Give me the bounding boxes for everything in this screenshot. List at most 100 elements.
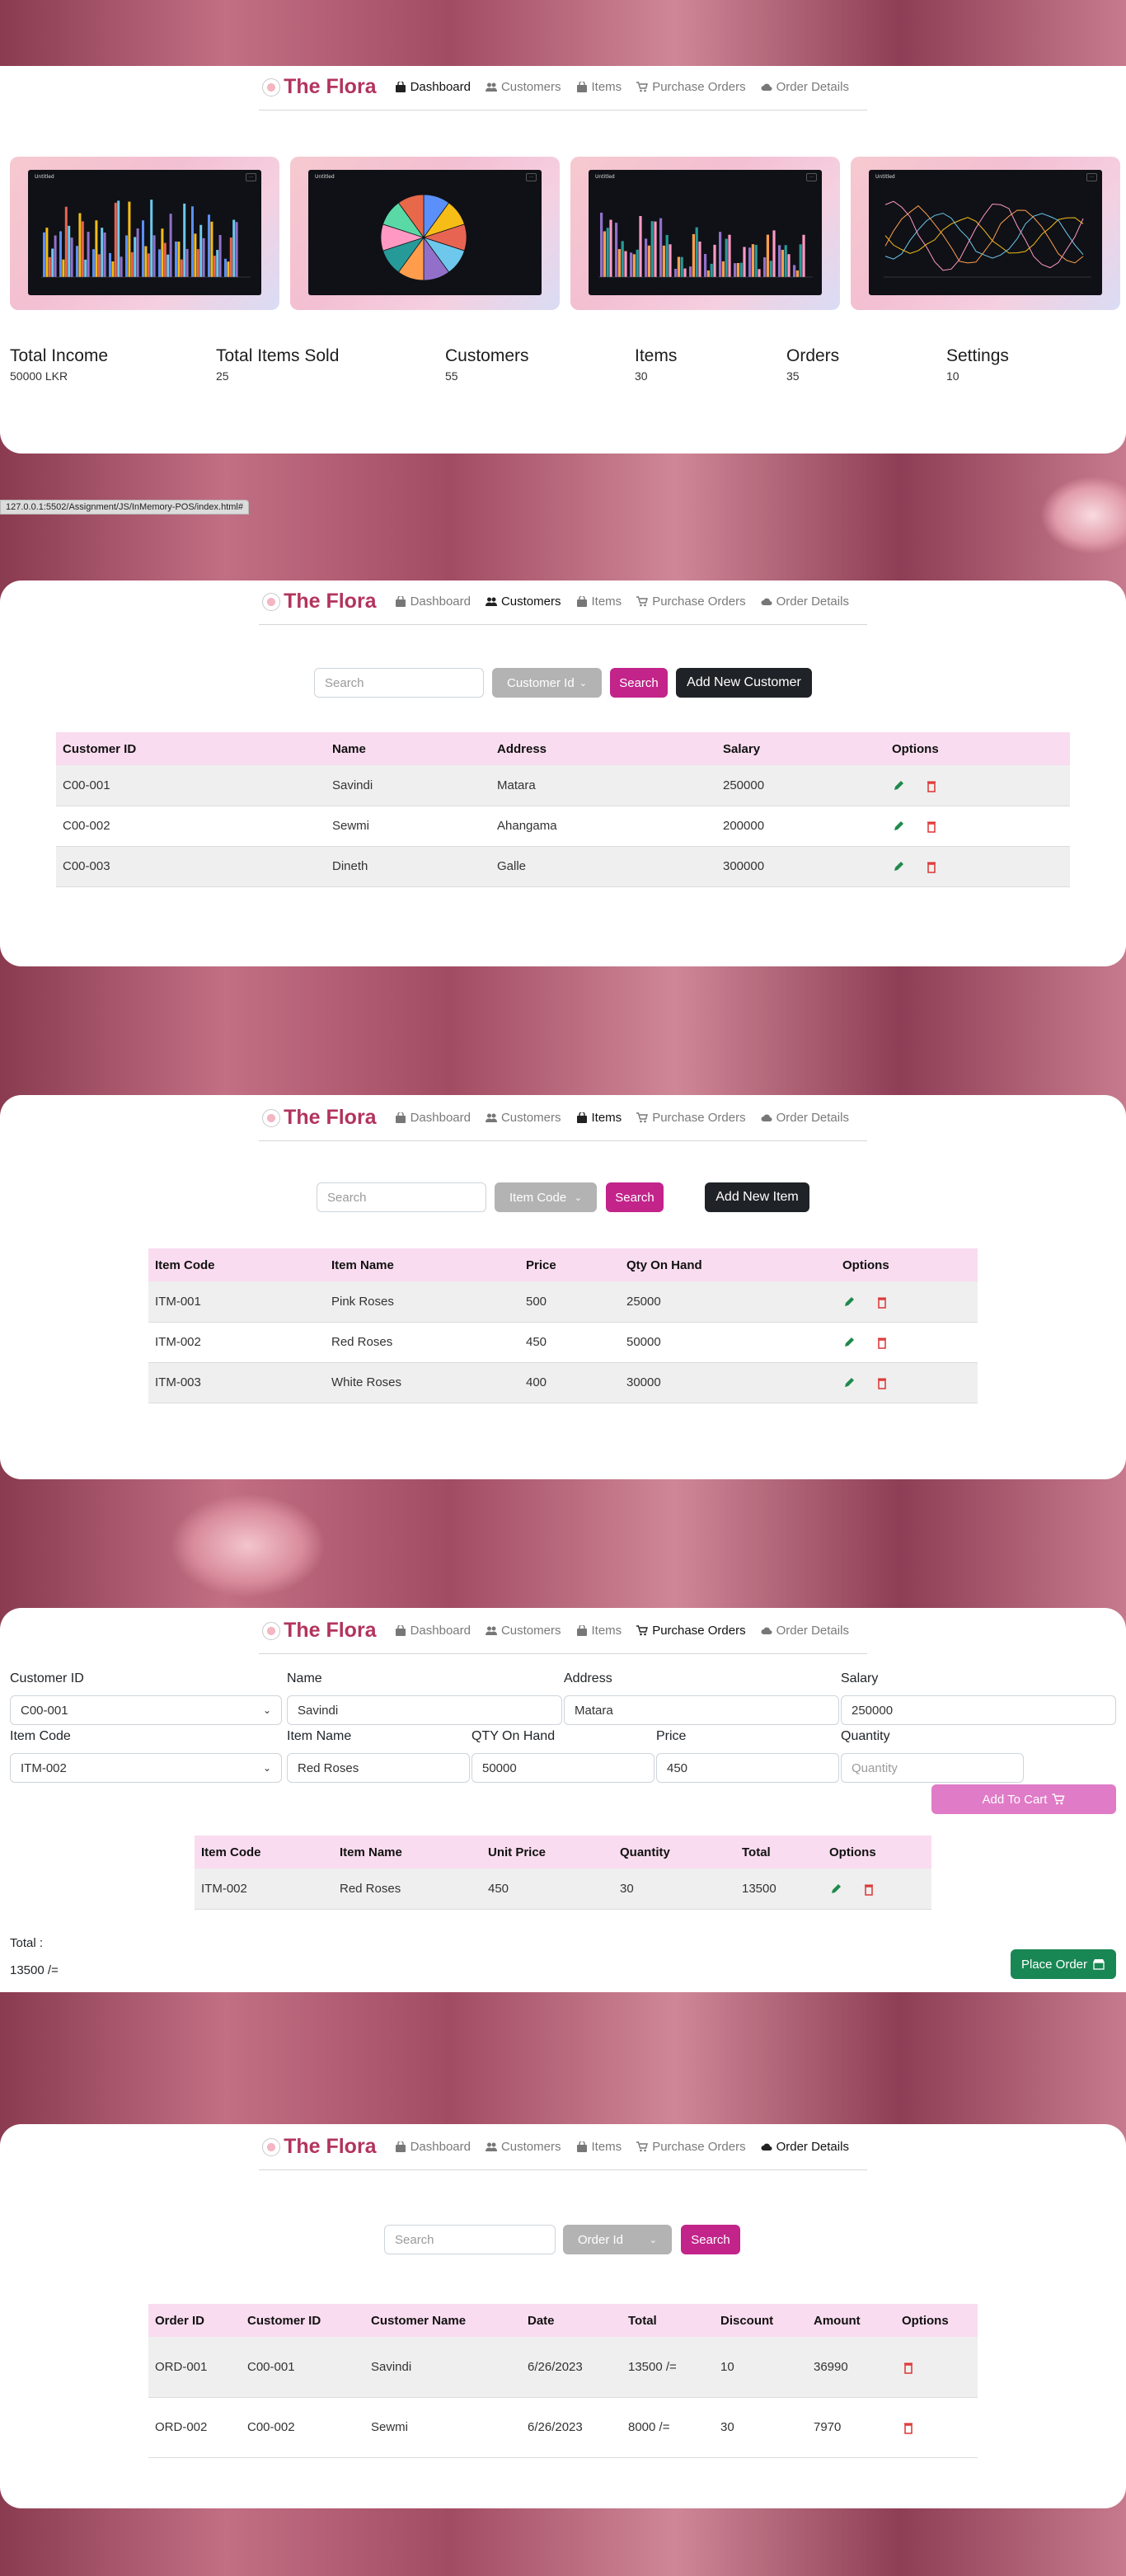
brand[interactable]: The Flora [262,2135,377,2159]
nav-dashboard[interactable]: Dashboard [395,1624,471,1638]
nav-dashboard[interactable]: Dashboard [395,80,471,94]
nav-items[interactable]: Items [576,80,622,94]
bar-mark [62,259,65,277]
item-name-field[interactable]: Red Roses [287,1753,470,1783]
order-search-input[interactable]: Search [384,2225,556,2254]
table-row[interactable]: ITM-002 Red Roses 450 50000 [148,1322,978,1363]
nav-customers[interactable]: Customers [485,2140,561,2154]
pencil-icon[interactable] [892,860,905,873]
nav-customers[interactable]: Customers [485,595,561,609]
nav-dashboard[interactable]: Dashboard [395,1111,471,1125]
cell: Sewmi [364,2397,521,2458]
item-search-button[interactable]: Search [606,1182,664,1212]
address-field[interactable]: Matara [564,1695,839,1725]
nav-order-details[interactable]: Order Details [761,1624,849,1638]
name-field[interactable]: Savindi [287,1695,562,1725]
table-row[interactable]: ITM-001 Pink Roses 500 25000 [148,1281,978,1323]
nav-dashboard[interactable]: Dashboard [395,2140,471,2154]
nav-customers[interactable]: Customers [485,80,561,94]
trash-icon[interactable] [925,860,938,873]
pencil-icon[interactable] [842,1336,856,1349]
nav-items[interactable]: Items [576,1624,622,1638]
trash-icon[interactable] [862,1883,875,1896]
nav-purchase-orders[interactable]: Purchase Orders [636,1624,746,1638]
bag-icon [395,1625,406,1636]
customer-filter-select[interactable]: Customer Id ⌄ [492,668,602,698]
trash-icon[interactable] [875,1336,889,1349]
cart-icon [1052,1793,1065,1805]
nav-dashboard[interactable]: Dashboard [395,595,471,609]
pencil-icon[interactable] [829,1883,842,1896]
nav-customers[interactable]: Customers [485,1624,561,1638]
options-cell [836,1322,978,1363]
order-filter-select[interactable]: Order Id ⌄ [563,2225,672,2254]
nav-order-details[interactable]: Order Details [761,1111,849,1125]
table-row[interactable]: ITM-002 Red Roses 450 30 13500 [195,1869,931,1910]
bar-mark [704,253,707,277]
customer-search-button[interactable]: Search [610,668,668,698]
table-row[interactable]: C00-003 Dineth Galle 300000 [56,846,1070,887]
table-row[interactable]: ORD-001 C00-001 Savindi 6/26/2023 13500 … [148,2337,978,2398]
customer-search-input[interactable]: Search [314,668,484,698]
nav-order-details[interactable]: Order Details [761,2140,849,2154]
nav-items[interactable]: Items [576,1111,622,1125]
nav-purchase-orders[interactable]: Purchase Orders [636,80,746,94]
bar-mark [645,238,648,277]
trash-icon[interactable] [875,1376,889,1389]
nav-items[interactable]: Items [576,595,622,609]
pencil-icon[interactable] [892,779,905,792]
column-header: Options [836,1248,978,1281]
price-field[interactable]: 450 [656,1753,839,1783]
nav-purchase-orders[interactable]: Purchase Orders [636,2140,746,2154]
item-search-input[interactable]: Search [317,1182,486,1212]
salary-field[interactable]: 250000 [841,1695,1116,1725]
nav-order-details[interactable]: Order Details [761,595,849,609]
bar-mark [120,256,123,277]
chevron-down-icon: ⌄ [262,1762,271,1774]
trash-icon[interactable] [925,820,938,833]
stat-label: Settings [946,346,1009,365]
trash-icon[interactable] [875,1295,889,1309]
options-cell [836,1281,978,1323]
pencil-icon[interactable] [842,1295,856,1309]
trash-icon[interactable] [902,2421,915,2434]
item-filter-select[interactable]: Item Code ⌄ [495,1182,597,1212]
nav-customers[interactable]: Customers [485,1111,561,1125]
add-customer-button[interactable]: Add New Customer [676,668,812,698]
bar-mark [191,206,194,277]
nav-order-details[interactable]: Order Details [761,80,849,94]
add-item-button[interactable]: Add New Item [705,1182,809,1212]
nav-purchase-orders[interactable]: Purchase Orders [636,595,746,609]
bar-mark [639,216,642,277]
cell: C00-002 [56,806,326,847]
cell: ORD-002 [148,2397,241,2458]
brand[interactable]: The Flora [262,1619,377,1643]
pencil-icon[interactable] [892,820,905,833]
brand[interactable]: The Flora [262,590,377,613]
table-row[interactable]: ORD-002 C00-002 Sewmi 6/26/2023 8000 /= … [148,2397,978,2458]
table-row[interactable]: C00-001 Savindi Matara 250000 [56,765,1070,806]
order-search-button[interactable]: Search [681,2225,740,2254]
bar-mark [680,256,683,277]
brand[interactable]: The Flora [262,75,377,99]
item-code-select[interactable]: ITM-002 ⌄ [10,1753,282,1783]
nav-items[interactable]: Items [576,2140,622,2154]
table-row[interactable]: ITM-003 White Roses 400 30000 [148,1362,978,1403]
place-order-button[interactable]: Place Order [1011,1949,1116,1979]
bar-mark [728,234,731,277]
brand[interactable]: The Flora [262,1106,377,1130]
nav-purchase-orders[interactable]: Purchase Orders [636,1111,746,1125]
cell: ITM-002 [195,1869,333,1910]
customer-id-select[interactable]: C00-001 ⌄ [10,1695,282,1725]
trash-icon[interactable] [925,779,938,792]
bar-mark [654,221,657,277]
trash-icon[interactable] [902,2361,915,2374]
nav-label: Purchase Orders [652,2140,746,2154]
bar-mark [606,228,609,277]
table-row[interactable]: C00-002 Sewmi Ahangama 200000 [56,806,1070,847]
quantity-input[interactable]: Quantity [841,1753,1024,1783]
qty-on-hand-field[interactable]: 50000 [472,1753,654,1783]
add-to-cart-button[interactable]: Add To Cart [931,1784,1116,1814]
column-header: Address [490,732,716,765]
pencil-icon[interactable] [842,1376,856,1389]
